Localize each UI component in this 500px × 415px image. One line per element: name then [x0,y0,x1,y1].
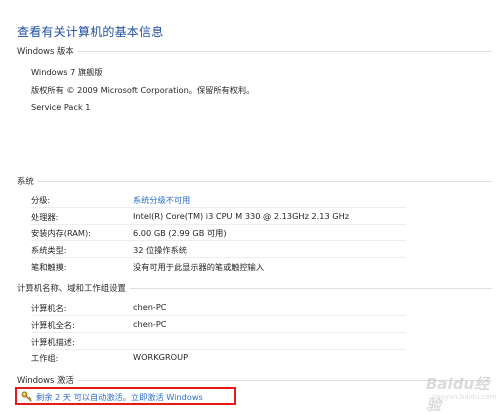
section-heading: 系统 [17,175,38,187]
computer-name-value: chen-PC [133,302,167,312]
rating-label: 分级: [31,195,51,205]
windows-edition-section-header: Windows 版本 [17,45,492,59]
system-type-label: 系统类型: [31,245,67,255]
ram-label: 安装内存(RAM): [31,228,91,238]
activation-link-text: 剩余 2 天 可以自动激活。立即激活 Windows [36,391,203,402]
rating-link[interactable]: 系统分级不可用 [133,194,190,206]
pen-touch-value: 没有可用于此显示器的笔或触控输入 [133,262,265,272]
page-title: 查看有关计算机的基本信息 [17,25,164,39]
activate-windows-link[interactable]: 剩余 2 天 可以自动激活。立即激活 Windows [21,391,203,402]
processor-label: 处理器: [31,212,59,222]
full-computer-name-label: 计算机全名: [31,320,75,330]
section-heading: Windows 版本 [17,45,78,57]
full-computer-name-value: chen-PC [133,319,167,329]
row-divider [31,257,406,258]
row-divider [31,315,406,316]
service-pack: Service Pack 1 [31,102,91,112]
pen-touch-label: 笔和触摸: [31,262,67,272]
copyright-text: 版权所有 © 2009 Microsoft Corporation。保留所有权利… [31,85,255,95]
processor-value: Intel(R) Core(TM) i3 CPU M 330 @ 2.13GHz… [133,211,350,221]
computer-name-label: 计算机名: [31,303,67,313]
row-divider [31,332,406,333]
section-divider [17,181,492,182]
row-divider [31,240,406,241]
system-section-header: 系统 [17,175,492,189]
baidu-watermark: Baidu经验 jingyan.baidu.com [416,367,497,414]
section-heading: Windows 激活 [17,374,78,386]
row-divider [31,207,406,208]
windows-edition-name: Windows 7 旗舰版 [31,67,103,77]
section-divider [17,51,492,52]
row-divider [31,224,406,225]
workgroup-label: 工作组: [31,353,59,363]
key-icon [21,391,32,402]
section-heading: 计算机名称、域和工作组设置 [17,282,130,294]
row-divider [31,349,406,350]
watermark-sub-text: jingyan.baidu.com [432,393,497,401]
system-properties-panel: 查看有关计算机的基本信息 Windows 版本 Windows 7 旗舰版 版权… [0,0,500,414]
computer-description-label: 计算机描述: [31,337,75,347]
ram-value: 6.00 GB (2.99 GB 可用) [133,228,227,238]
computer-name-section-header: 计算机名称、域和工作组设置 [17,282,492,296]
system-type-value: 32 位操作系统 [133,245,187,255]
workgroup-value: WORKGROUP [133,352,189,362]
